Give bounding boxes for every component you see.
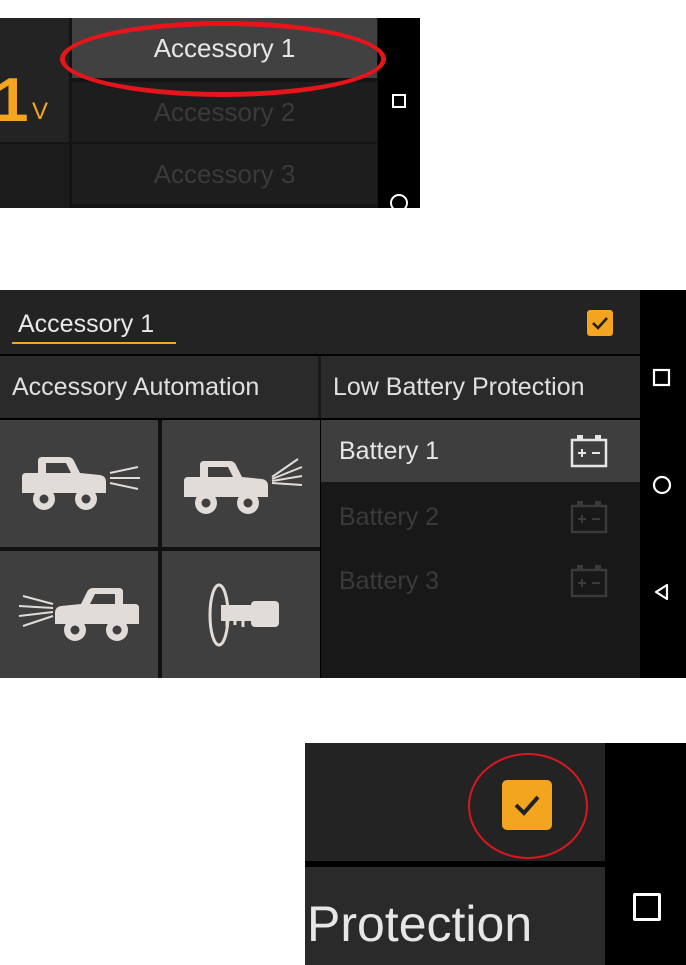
accessory-dropdown-panel: 1 V Accessory 1 Accessory 2 Accessory 3: [0, 18, 420, 208]
battery-item-1[interactable]: Battery 1: [321, 420, 640, 482]
automation-tile-headlights[interactable]: [0, 420, 158, 547]
recents-square-icon[interactable]: [392, 94, 406, 108]
automation-tile-ignition[interactable]: [162, 551, 320, 678]
ignition-key-icon: [208, 583, 279, 646]
checkmark-icon: [592, 317, 608, 330]
enabled-checkbox[interactable]: [587, 310, 613, 336]
voltage-value: 1: [0, 66, 29, 135]
battery-item-2[interactable]: Battery 2: [321, 486, 640, 548]
jeep-rear-lights-icon: [18, 587, 139, 641]
tab-accessory-automation[interactable]: Accessory Automation: [0, 356, 318, 418]
tab-low-battery-protection[interactable]: Low Battery Protection: [321, 356, 640, 418]
dropdown-item-accessory-3[interactable]: Accessory 3: [72, 144, 377, 204]
home-circle-icon[interactable]: [390, 194, 408, 208]
back-triangle-icon[interactable]: [652, 582, 672, 602]
highlight-ellipse: [60, 21, 386, 97]
automation-tile-high-beam[interactable]: [162, 420, 320, 547]
name-field-underline: [12, 342, 176, 344]
home-circle-icon[interactable]: [651, 474, 673, 496]
battery-icon: [570, 565, 608, 598]
hand-drawn-circle: [468, 753, 588, 859]
recents-square-icon[interactable]: [633, 893, 661, 921]
automation-grid: [0, 420, 320, 678]
battery-item-3[interactable]: Battery 3: [321, 550, 640, 612]
battery-label: Battery 1: [339, 436, 440, 465]
voltage-unit: V: [32, 98, 49, 125]
automation-tile-rear-lights[interactable]: [0, 551, 158, 678]
battery-label: Battery 3: [339, 566, 440, 595]
battery-icon: [570, 435, 608, 468]
tab-label-protection: Protection: [307, 896, 533, 952]
battery-label: Battery 2: [339, 502, 440, 531]
recents-square-icon[interactable]: [652, 368, 672, 388]
battery-icon: [570, 501, 608, 534]
accessory-settings-panel: Accessory 1 Accessory Automation Low Bat…: [0, 290, 686, 678]
zoomed-checkbox-panel: Protection: [305, 743, 686, 965]
jeep-headlights-high-icon: [184, 457, 303, 514]
voltage-cell-lower: [0, 144, 69, 208]
android-nav-bar: [378, 18, 420, 208]
accessory-name-field[interactable]: Accessory 1: [18, 310, 154, 339]
jeep-headlights-on-icon: [22, 456, 140, 510]
